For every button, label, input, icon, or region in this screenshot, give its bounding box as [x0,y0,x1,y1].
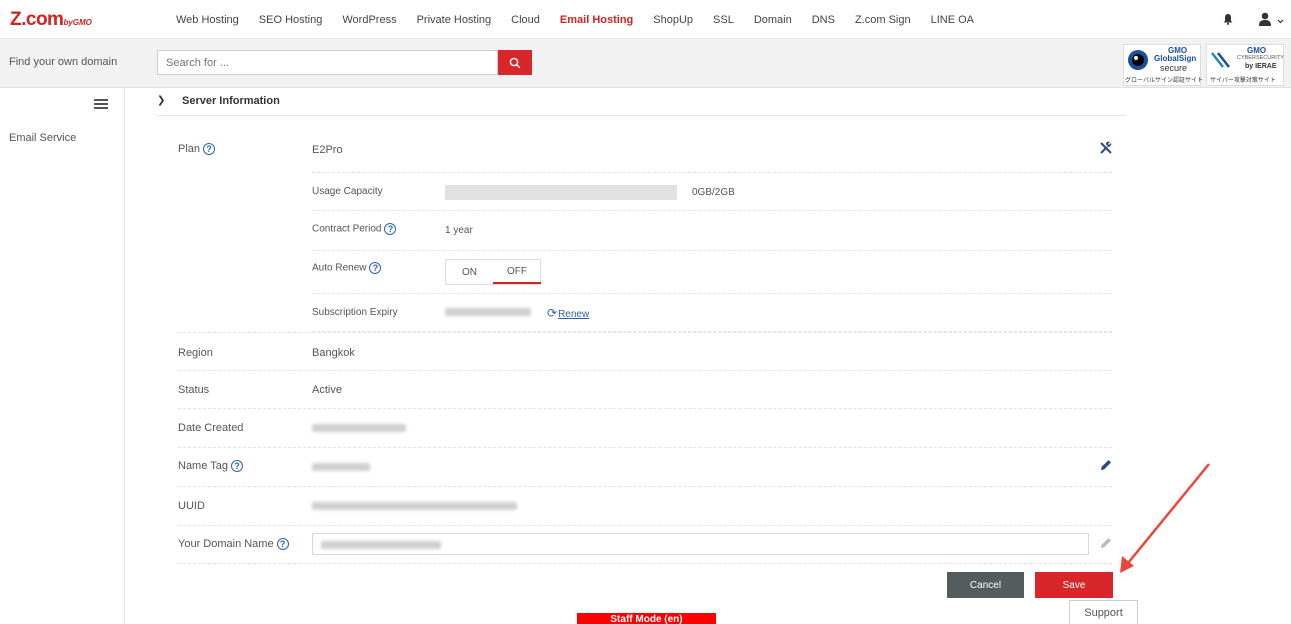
cancel-button[interactable]: Cancel [947,572,1024,598]
sidebar: Email Service [0,88,125,624]
globalsign-logo-icon [1128,50,1148,70]
find-domain-label: Find your own domain [9,56,118,68]
plan-value: E2Pro [312,144,343,156]
auto-renew-toggle: ON OFF [445,259,541,285]
ierae-caption: サイバー攻撃対策サイト [1210,78,1276,84]
name-tag-label: Name Tag? [178,460,243,473]
auto-renew-label: Auto Renew? [312,262,382,274]
expiry-row: Subscription Expiry ⟳Renew [312,294,1112,332]
domain-label: Your Domain Name? [178,538,289,551]
globalsign-name: GlobalSign [1154,54,1197,63]
ierae-gmo: GMO [1247,46,1267,55]
date-created-row: Date Created [178,409,1112,448]
usage-label: Usage Capacity [312,186,383,197]
nav-item-email-hosting[interactable]: Email Hosting [560,14,633,26]
top-navbar: Z.combyGMO Web Hosting SEO Hosting WordP… [0,0,1291,39]
status-row: Status Active [178,371,1112,409]
refresh-icon: ⟳ [547,306,558,320]
nav-item-cloud[interactable]: Cloud [511,14,540,26]
zcom-logo[interactable]: Z.combyGMO [10,9,92,31]
usage-value: 0GB/2GB [692,187,735,198]
region-value: Bangkok [312,347,355,359]
domain-search-bar: Find your own domain [0,39,1291,88]
annotation-arrow [1120,463,1210,573]
nav-item-web-hosting[interactable]: Web Hosting [176,14,239,26]
section-title: Server Information [182,95,280,107]
globalsign-badge[interactable]: GMO GlobalSign secure グローバルサイン認証サイト [1123,44,1203,86]
status-label: Status [178,384,210,396]
uuid-value-redacted [312,500,517,512]
nav-item-domain[interactable]: Domain [754,14,792,26]
region-row: Region Bangkok [178,332,1112,371]
staff-mode-banner: Staff Mode (en) [577,613,716,624]
menu-toggle-icon[interactable] [94,99,108,109]
server-info-header[interactable]: ❯ Server Information [157,88,1126,116]
ierae-cyber: CYBERSECURITY [1237,55,1284,61]
sidebar-item-email-service[interactable]: Email Service [9,132,76,144]
help-icon[interactable]: ? [276,538,289,551]
nav-item-shopup[interactable]: ShopUp [653,14,693,26]
save-button[interactable]: Save [1035,572,1113,598]
nav-item-line-oa[interactable]: LINE OA [931,14,974,26]
bell-icon[interactable] [1222,13,1234,25]
logo-gmo: GMO [72,18,92,27]
uuid-row: UUID [178,487,1112,526]
help-icon[interactable]: ? [369,262,382,274]
contract-label: Contract Period? [312,223,397,235]
search-button[interactable] [498,50,532,75]
edit-pencil-icon[interactable] [1099,458,1113,472]
plan-row: Plan? E2Pro [178,130,1112,172]
chevron-down-icon: ❯ [157,95,166,106]
contract-row: Contract Period? 1 year [312,211,1112,251]
user-menu-icon[interactable] [1258,12,1284,26]
plan-label: Plan? [178,143,216,156]
help-icon[interactable]: ? [384,223,397,235]
ierae-name: by IERAE [1245,63,1277,70]
nav-item-ssl[interactable]: SSL [713,14,734,26]
help-icon[interactable]: ? [230,460,243,473]
renew-label: Renew [558,309,590,320]
auto-renew-row: Auto Renew? ON OFF [312,251,1112,294]
nav-item-wordpress[interactable]: WordPress [342,14,396,26]
domain-name-input[interactable] [312,533,1089,555]
uuid-label: UUID [178,500,205,512]
support-button[interactable]: Support [1069,600,1138,624]
date-created-value-redacted [312,422,406,434]
globalsign-caption: グローバルサイン認証サイト [1125,78,1203,84]
search-icon [509,57,521,68]
region-label: Region [178,347,213,359]
edit-pencil-disabled-icon [1101,538,1111,548]
help-icon[interactable]: ? [203,143,216,156]
nav-item-private-hosting[interactable]: Private Hosting [417,14,492,26]
expiry-value-redacted [445,307,531,318]
globalsign-secure: secure [1160,63,1188,73]
name-tag-row: Name Tag? [178,448,1112,487]
main-nav: Web Hosting SEO Hosting WordPress Privat… [166,0,984,39]
ierae-logo-icon [1211,52,1230,68]
contract-value: 1 year [445,225,473,236]
renew-link[interactable]: ⟳Renew [547,306,589,320]
usage-row: Usage Capacity 0GB/2GB [312,172,1112,211]
nav-item-zcom-sign[interactable]: Z.com Sign [855,14,911,26]
tools-icon[interactable] [1098,140,1114,156]
name-tag-value-redacted [312,461,370,473]
nav-item-seo-hosting[interactable]: SEO Hosting [259,14,323,26]
domain-search-input[interactable] [157,50,498,75]
logo-sub: by [63,18,73,27]
auto-renew-off[interactable]: OFF [493,260,541,284]
nav-item-dns[interactable]: DNS [812,14,835,26]
auto-renew-on[interactable]: ON [446,260,493,284]
date-created-label: Date Created [178,422,244,434]
usage-progress-bar [445,185,677,200]
status-value: Active [312,384,342,396]
ierae-badge[interactable]: GMO CYBERSECURITY by IERAE サイバー攻撃対策サイト [1206,44,1284,86]
logo-text: Z.com [10,9,64,30]
expiry-label: Subscription Expiry [312,307,398,318]
